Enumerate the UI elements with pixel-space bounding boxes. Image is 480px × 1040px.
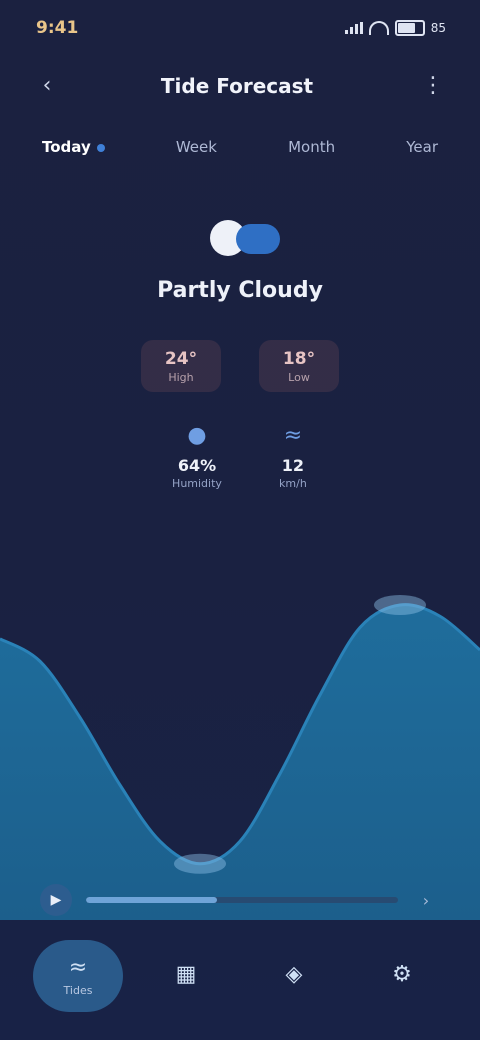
stat-caption: Humidity [172, 477, 222, 490]
stat-value: 64% [177, 456, 217, 475]
condition-label: Partly Cloudy [157, 278, 323, 303]
tab-label: Month [288, 138, 336, 156]
temp-caption: High [168, 370, 194, 384]
playback-bar: ▶ › [40, 882, 440, 918]
tide-chart-svg [0, 595, 480, 920]
tab-year[interactable]: Year [394, 130, 450, 164]
signal-icon [344, 22, 363, 34]
stat-value: 12 [281, 456, 305, 475]
period-tabs: Today Week Month Year [30, 126, 450, 168]
nav-label: Tides [63, 984, 93, 997]
tab-label: Today [42, 138, 91, 156]
page-title-text: Tide Forecast [160, 74, 314, 98]
weather-stats: ● 64% Humidity ≈12 km/h [0, 420, 480, 491]
battery-fill [397, 23, 415, 33]
nav-item-calendar[interactable]: ▦ [141, 940, 231, 1012]
tab-month[interactable]: Month [276, 130, 347, 164]
wifi-icon [368, 21, 389, 35]
tide-area [0, 604, 480, 920]
status-icons: 85 [344, 20, 446, 36]
menu-icon[interactable]: ⋮ [416, 68, 450, 102]
stat-caption: km/h [279, 477, 307, 490]
wind-icon: ≈ [283, 422, 303, 448]
nav-item-waves[interactable]: ≈ Tides [33, 940, 123, 1012]
nav-item-settings[interactable]: ⚙ [357, 940, 447, 1012]
partly-cloudy-night-icon [180, 210, 300, 270]
temp-caption: Low [288, 370, 310, 384]
nav-item-map[interactable]: ◈ [249, 940, 339, 1012]
map-icon: ◈ [285, 961, 303, 987]
battery-icon [394, 20, 425, 36]
playback-track[interactable] [86, 897, 398, 903]
cloud-shape [236, 224, 280, 254]
settings-icon: ⚙ [392, 961, 412, 987]
battery-label: 85 [430, 21, 446, 35]
tab-week[interactable]: Week [164, 130, 229, 164]
tide-chart [0, 560, 480, 920]
app-header: ‹ Tide Forecast ⋮ [0, 62, 480, 112]
bottom-navigation: ≈ Tides ▦ ◈ ⚙ [0, 936, 480, 1016]
status-time: 9:41 [36, 18, 79, 38]
playback-progress [86, 897, 218, 903]
page-title: Tide Forecast [0, 74, 480, 98]
stat-item: ● 64% Humidity [172, 420, 222, 491]
weather-hero: Partly Cloudy [0, 210, 480, 303]
tab-label: Week [175, 138, 217, 156]
play-icon[interactable]: ▶ [40, 884, 72, 916]
temp-value: 18° [282, 348, 316, 369]
stat-item: ≈12 km/h [278, 420, 308, 491]
waves-icon: ≈ [68, 955, 88, 980]
app-screen: 9:41 85 ‹ Tide Forecast ⋮ Today Week Month… [0, 0, 480, 1040]
temperature-chips: 24° High 18° Low [0, 340, 480, 392]
temp-chip: 24° High [141, 340, 221, 392]
active-dot-icon [96, 143, 105, 152]
tide-low-marker [174, 853, 226, 874]
drop-icon: ● [187, 422, 207, 448]
tab-today[interactable]: Today [30, 130, 117, 164]
calendar-icon: ▦ [175, 961, 197, 987]
temp-value: 24° [164, 348, 198, 369]
temp-chip: 18° Low [259, 340, 339, 392]
chevron-right-icon[interactable]: › [412, 886, 440, 914]
status-bar: 9:41 85 [0, 0, 480, 60]
tide-high-marker [374, 595, 426, 615]
tab-label: Year [406, 138, 438, 156]
